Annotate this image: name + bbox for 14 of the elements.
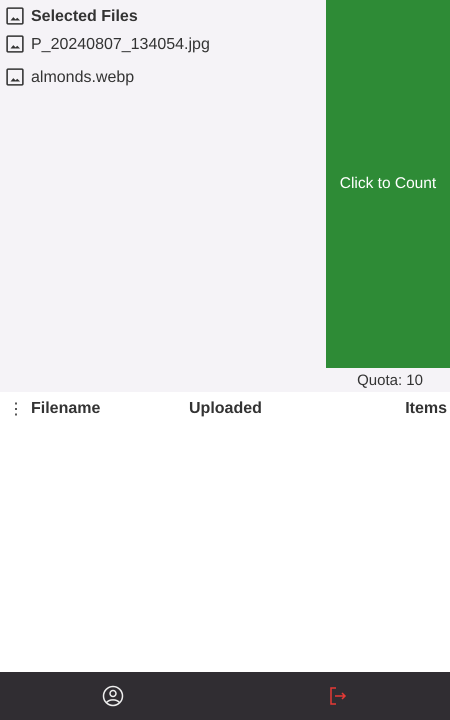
column-header: Uploaded: [189, 400, 263, 418]
column-header: Filename: [31, 400, 102, 418]
section-title: Selected Files: [31, 7, 138, 27]
count-button[interactable]: Click to Count: [326, 0, 450, 368]
quota-label: Quota: 10: [357, 372, 423, 388]
file-name[interactable]: P_20240807_134054.jpg: [31, 34, 210, 56]
logout-icon[interactable]: [328, 686, 348, 706]
file-name[interactable]: almonds.webp: [31, 67, 134, 89]
image-icon: [6, 35, 24, 53]
menu-icon[interactable]: ⋮: [8, 399, 22, 419]
column-header: Items: [405, 400, 447, 418]
image-icon: [6, 68, 24, 86]
image-icon: [6, 7, 24, 25]
account-icon[interactable]: [102, 685, 124, 707]
